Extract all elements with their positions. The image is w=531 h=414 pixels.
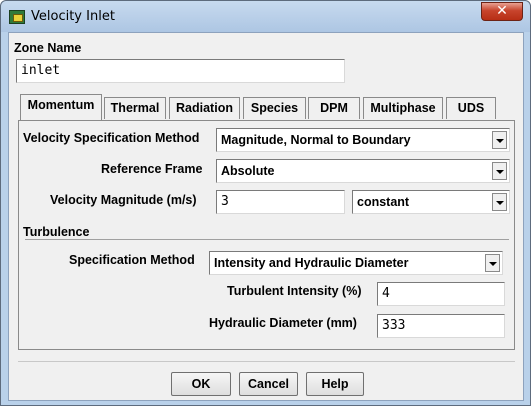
- turbulence-spec-value: Intensity and Hydraulic Diameter: [214, 256, 409, 270]
- cancel-button[interactable]: Cancel: [239, 372, 298, 396]
- turbulent-intensity-input[interactable]: 4: [377, 282, 505, 306]
- turbulence-spec-select[interactable]: Intensity and Hydraulic Diameter: [209, 251, 503, 275]
- reference-frame-label: Reference Frame: [101, 162, 203, 176]
- velocity-magnitude-input[interactable]: 3: [216, 190, 345, 214]
- turbulence-heading: Turbulence: [23, 225, 90, 239]
- reference-frame-value: Absolute: [221, 164, 275, 178]
- button-separator: [18, 361, 515, 362]
- dialog-body: Zone Name inlet Momentum Thermal Radiati…: [8, 32, 524, 401]
- velocity-profile-value: constant: [357, 195, 410, 209]
- velocity-spec-select[interactable]: Magnitude, Normal to Boundary: [216, 128, 510, 152]
- zone-name-input[interactable]: inlet: [16, 59, 345, 83]
- velocity-spec-label: Velocity Specification Method: [23, 131, 200, 145]
- reference-frame-select[interactable]: Absolute: [216, 159, 510, 183]
- chevron-down-icon[interactable]: [492, 193, 507, 211]
- title-bar[interactable]: Velocity Inlet ✕: [1, 1, 530, 32]
- velocity-inlet-window: Velocity Inlet ✕ Zone Name inlet Momentu…: [0, 0, 531, 406]
- app-icon: [9, 10, 25, 24]
- tab-thermal[interactable]: Thermal: [104, 97, 166, 119]
- velocity-spec-value: Magnitude, Normal to Boundary: [221, 133, 411, 147]
- turbulence-group: Specification Method Intensity and Hydra…: [25, 239, 509, 338]
- hydraulic-diameter-label: Hydraulic Diameter (mm): [209, 316, 357, 330]
- tab-momentum[interactable]: Momentum: [20, 94, 102, 120]
- chevron-down-icon[interactable]: [492, 162, 507, 180]
- velocity-profile-select[interactable]: constant: [352, 190, 510, 214]
- window-title: Velocity Inlet: [31, 9, 115, 24]
- hydraulic-diameter-input[interactable]: 333: [377, 314, 505, 338]
- tab-multiphase[interactable]: Multiphase: [363, 97, 443, 119]
- zone-name-label: Zone Name: [14, 41, 82, 55]
- velocity-magnitude-label: Velocity Magnitude (m/s): [50, 193, 197, 207]
- ok-button[interactable]: OK: [171, 372, 231, 396]
- turbulent-intensity-label: Turbulent Intensity (%): [227, 284, 362, 298]
- help-button[interactable]: Help: [306, 372, 364, 396]
- chevron-down-icon[interactable]: [492, 131, 507, 149]
- tab-radiation[interactable]: Radiation: [169, 97, 240, 119]
- tab-species[interactable]: Species: [243, 97, 306, 119]
- turbulence-spec-label: Specification Method: [69, 253, 195, 267]
- chevron-down-icon[interactable]: [485, 254, 500, 272]
- momentum-panel: Velocity Specification Method Magnitude,…: [18, 120, 515, 350]
- close-button[interactable]: ✕: [481, 2, 523, 21]
- tab-uds[interactable]: UDS: [446, 97, 496, 119]
- tab-dpm[interactable]: DPM: [308, 97, 360, 119]
